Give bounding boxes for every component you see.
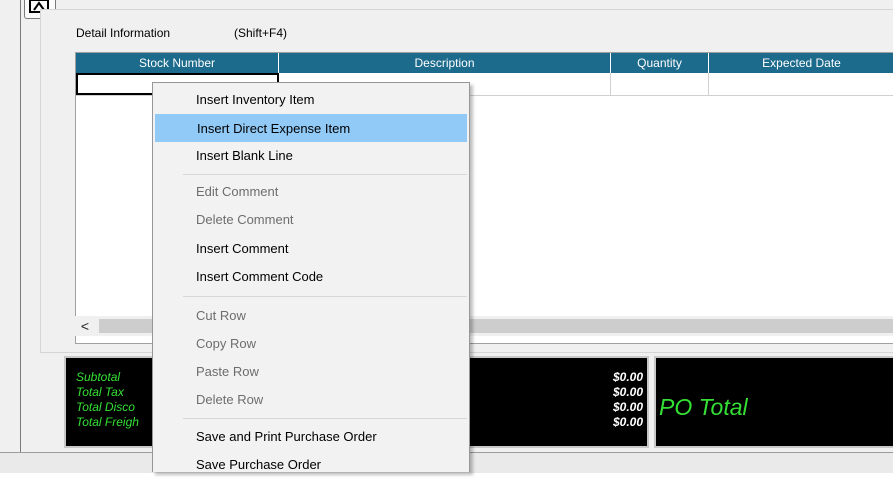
menu-separator bbox=[183, 418, 467, 419]
quantity-cell[interactable] bbox=[611, 73, 709, 95]
menu-separator bbox=[183, 296, 467, 297]
menu-item-insert-comment-code[interactable]: Insert Comment Code bbox=[155, 263, 467, 291]
totals-labels: Subtotal Total Tax Total Disco Total Fre… bbox=[76, 370, 139, 430]
subtotal-label: Subtotal bbox=[76, 370, 121, 384]
menu-item-save-and-print-purchase-order[interactable]: Save and Print Purchase Order bbox=[155, 423, 467, 451]
column-header-description[interactable]: Description bbox=[279, 53, 611, 73]
total-tax-label: Total Tax bbox=[76, 385, 124, 399]
menu-separator bbox=[183, 174, 467, 175]
total-tax-value: $0.00 bbox=[612, 385, 643, 399]
scroll-left-arrow-icon[interactable]: < bbox=[77, 316, 93, 336]
menu-item-insert-comment[interactable]: Insert Comment bbox=[155, 235, 467, 263]
total-freight-value: $0.00 bbox=[612, 415, 643, 429]
totals-values: $0.00 $0.00 $0.00 $0.00 bbox=[613, 370, 643, 430]
column-header-stock-number[interactable]: Stock Number bbox=[76, 53, 279, 73]
po-total-label: PO Total bbox=[659, 394, 748, 420]
detail-information-shortcut: (Shift+F4) bbox=[234, 26, 288, 40]
expected-date-cell[interactable] bbox=[709, 73, 893, 95]
menu-item-save-purchase-order[interactable]: Save Purchase Order bbox=[155, 451, 467, 479]
menu-item-copy-row[interactable]: Copy Row bbox=[155, 330, 467, 358]
context-menu: Insert Inventory Item Insert Direct Expe… bbox=[152, 82, 470, 472]
detail-information-title: Detail Information bbox=[76, 26, 171, 40]
column-header-quantity[interactable]: Quantity bbox=[611, 53, 709, 73]
total-discount-label: Total Disco bbox=[76, 400, 135, 414]
menu-item-insert-direct-expense-item[interactable]: Insert Direct Expense Item bbox=[155, 114, 467, 142]
total-freight-label: Total Freigh bbox=[76, 415, 139, 429]
menu-item-delete-row[interactable]: Delete Row bbox=[155, 386, 467, 414]
total-discount-value: $0.00 bbox=[612, 400, 643, 414]
menu-item-delete-comment[interactable]: Delete Comment bbox=[155, 206, 467, 234]
subtotal-value: $0.00 bbox=[612, 370, 643, 384]
menu-item-paste-row[interactable]: Paste Row bbox=[155, 358, 467, 386]
column-header-expected-date[interactable]: Expected Date bbox=[709, 53, 893, 73]
grid-header: Stock Number Description Quantity Expect… bbox=[76, 53, 893, 73]
application-window: Detail Information (Shift+F4) Stock Numb… bbox=[0, 0, 893, 473]
menu-item-insert-inventory-item[interactable]: Insert Inventory Item bbox=[155, 86, 467, 114]
menu-item-insert-blank-line[interactable]: Insert Blank Line bbox=[155, 142, 467, 170]
menu-item-edit-comment[interactable]: Edit Comment bbox=[155, 178, 467, 206]
po-total-panel: PO Total bbox=[654, 356, 893, 448]
menu-item-cut-row[interactable]: Cut Row bbox=[155, 302, 467, 330]
